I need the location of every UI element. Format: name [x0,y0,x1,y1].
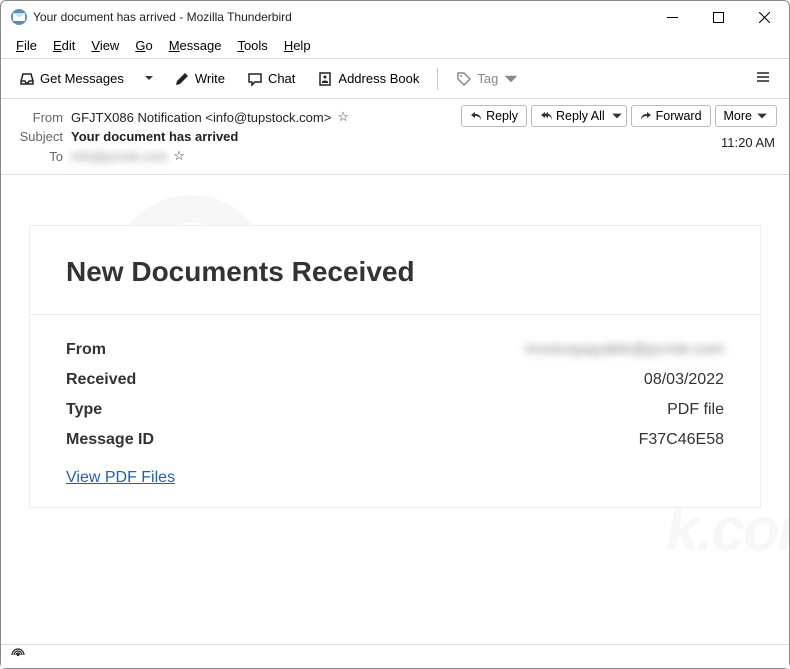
forward-button[interactable]: Forward [631,105,711,127]
card-header: New Documents Received [30,226,760,315]
message-headers: Reply Reply All Forward More 11:20 AM Fr… [1,99,789,175]
statusbar [1,644,789,668]
toolbar-divider [437,68,438,90]
menubar: File Edit View Go Message Tools Help [1,33,789,59]
minimize-button[interactable] [651,3,693,31]
chat-label: Chat [268,71,295,86]
view-pdf-link[interactable]: View PDF Files [66,469,175,487]
hamburger-icon [755,69,771,85]
from-value[interactable]: GFJTX086 Notification <info@tupstock.com… [71,110,331,125]
write-button[interactable]: Write [166,67,233,91]
row-message-id: Message ID F37C46E58 [66,425,724,455]
get-messages-dropdown[interactable] [138,67,160,90]
more-button[interactable]: More [715,105,777,127]
menu-tools[interactable]: Tools [230,35,274,56]
to-value[interactable]: info@pcrisk.com [71,149,167,164]
row-from-value: invoicepayable@pcrisk.com [525,341,724,359]
tag-icon [456,71,472,87]
get-messages-button[interactable]: Get Messages [11,67,132,91]
action-bar: Reply Reply All Forward More [461,105,777,127]
from-star-icon[interactable]: ☆ [337,109,349,125]
forward-label: Forward [656,109,702,123]
reply-all-label: Reply All [556,109,605,123]
message-body: PCrisk k.com New Documents Received From… [1,175,789,655]
forward-icon [640,110,652,122]
subject-value: Your document has arrived [71,129,238,144]
more-label: More [724,109,752,123]
row-from: From invoicepayable@pcrisk.com [66,335,724,365]
pencil-icon [174,71,190,87]
reply-label: Reply [486,109,518,123]
menu-edit[interactable]: Edit [46,35,82,56]
row-type: Type PDF file [66,395,724,425]
chevron-down-icon [611,110,623,122]
row-msgid-value: F37C46E58 [639,431,724,449]
row-received-value: 08/03/2022 [644,371,724,389]
from-label: From [13,110,63,125]
email-heading: New Documents Received [66,256,724,288]
inbox-icon [19,71,35,87]
toolbar: Get Messages Write Chat Address Book Tag [1,59,789,99]
titlebar: Your document has arrived - Mozilla Thun… [1,1,789,33]
email-card: New Documents Received From invoicepayab… [29,225,761,508]
reply-button[interactable]: Reply [461,105,527,127]
maximize-button[interactable] [697,3,739,31]
app-icon [11,9,27,25]
chat-icon [247,71,263,87]
chevron-down-icon [756,110,768,122]
tag-button[interactable]: Tag [448,67,527,91]
menu-file[interactable]: File [9,35,44,56]
row-received-label: Received [66,371,136,389]
tag-label: Tag [477,71,498,86]
message-time: 11:20 AM [721,135,775,150]
menu-go[interactable]: Go [128,35,159,56]
reply-all-button[interactable]: Reply All [531,105,627,127]
reply-all-icon [540,110,552,122]
chevron-down-icon [503,71,519,87]
row-type-label: Type [66,401,102,419]
address-book-button[interactable]: Address Book [309,67,427,91]
to-star-icon[interactable]: ☆ [173,148,185,164]
menu-message[interactable]: Message [162,35,229,56]
row-msgid-label: Message ID [66,431,154,449]
to-label: To [13,149,63,164]
chat-button[interactable]: Chat [239,67,303,91]
reply-icon [470,110,482,122]
app-menu-button[interactable] [747,65,779,92]
row-type-value: PDF file [667,401,724,419]
address-book-icon [317,71,333,87]
write-label: Write [195,71,225,86]
row-received: Received 08/03/2022 [66,365,724,395]
menu-view[interactable]: View [84,35,126,56]
close-button[interactable] [743,3,785,31]
row-from-label: From [66,341,106,359]
subject-label: Subject [13,129,63,144]
connection-icon[interactable] [11,648,25,665]
card-body: From invoicepayable@pcrisk.com Received … [30,315,760,507]
menu-help[interactable]: Help [277,35,318,56]
window-title: Your document has arrived - Mozilla Thun… [33,10,651,24]
address-book-label: Address Book [338,71,419,86]
get-messages-label: Get Messages [40,71,124,86]
